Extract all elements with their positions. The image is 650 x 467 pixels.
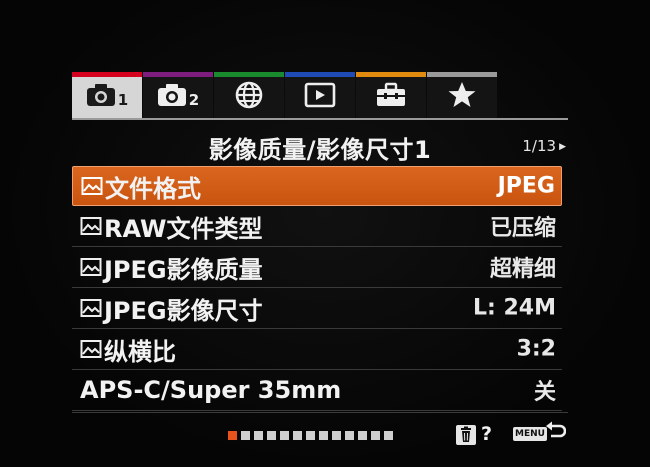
tab-color-stripe [214,72,284,77]
page-dot [319,431,328,440]
tab-setup[interactable] [356,72,426,118]
menu-item-value: 3:2 [516,336,556,362]
menu-item-aspect-ratio[interactable]: 纵横比 3:2 [72,329,562,370]
menu-item-label: APS-C/Super 35mm [80,376,342,404]
page-dot [384,431,393,440]
page-dots [228,431,393,440]
toolbox-icon [377,82,405,106]
page-dot [306,431,315,440]
page-dot [280,431,289,440]
camera-menu-screen: 1 2 影像质量/影像尺寸1 1/13 ▶ 文件格式 JPEG RAW文件类型 … [0,0,650,467]
tab-color-stripe [285,72,355,77]
page-dot [293,431,302,440]
menu-header: 影像质量/影像尺寸1 1/13 ▶ [72,118,568,168]
help-button[interactable]: ? [481,423,492,445]
menu-list: 文件格式 JPEG RAW文件类型 已压缩 JPEG影像质量 超精细 JPEG影… [72,166,562,411]
menu-item-value: 超精细 [489,257,556,282]
camera-icon [86,84,115,106]
menu-item-raw-file-type[interactable]: RAW文件类型 已压缩 [72,206,562,247]
menu-tabs: 1 2 [72,72,498,118]
menu-footer: ? MENU [72,412,568,453]
image-icon [80,217,102,235]
image-icon [80,299,102,317]
menu-item-aps-c-super35[interactable]: APS-C/Super 35mm 关 [72,370,562,411]
trash-icon[interactable] [456,425,476,445]
back-arrow-icon[interactable] [544,420,566,444]
tab-my-menu[interactable] [427,72,497,118]
menu-item-file-format[interactable]: 文件格式 JPEG [72,166,562,206]
tab-shooting-1[interactable]: 1 [72,72,142,118]
menu-item-jpeg-image-size[interactable]: JPEG影像尺寸 L: 24M [72,288,562,329]
menu-item-value: 关 [533,380,556,405]
next-page-arrow-icon[interactable]: ▶ [559,142,566,152]
image-icon [80,340,102,358]
menu-item-value: 已压缩 [489,216,556,241]
tab-number: 2 [188,91,200,109]
menu-item-jpeg-quality[interactable]: JPEG影像质量 超精细 [72,247,562,288]
menu-item-value: L: 24M [473,295,556,321]
menu-item-label: JPEG影像尺寸 [104,296,263,325]
page-title: 影像质量/影像尺寸1 [208,136,432,164]
page-number: 1/13 [522,137,557,155]
page-dot [254,431,263,440]
page-dot [358,431,367,440]
tab-number: 1 [117,91,129,109]
page-dot [228,431,237,440]
page-dot [371,431,380,440]
image-icon [81,177,103,195]
page-dot [345,431,354,440]
tab-shooting-2[interactable]: 2 [143,72,213,118]
tab-color-stripe [427,72,497,77]
menu-item-value: JPEG [497,173,555,199]
page-dot [241,431,250,440]
menu-item-label: 纵横比 [104,337,176,366]
menu-item-label: JPEG影像质量 [104,255,263,284]
camera-icon [157,84,186,106]
globe-icon [235,81,263,109]
page-dot [267,431,276,440]
page-indicator: 1/13 ▶ [522,137,566,155]
tab-color-stripe [72,72,142,77]
page-dot [332,431,341,440]
star-icon [448,82,476,107]
menu-item-label: 文件格式 [105,174,201,203]
image-icon [80,258,102,276]
tab-playback[interactable] [285,72,355,118]
playback-icon [304,82,336,108]
tab-network[interactable] [214,72,284,118]
menu-button[interactable]: MENU [513,427,547,441]
tab-color-stripe [356,72,426,77]
menu-item-label: RAW文件类型 [104,214,263,243]
tab-color-stripe [143,72,213,77]
